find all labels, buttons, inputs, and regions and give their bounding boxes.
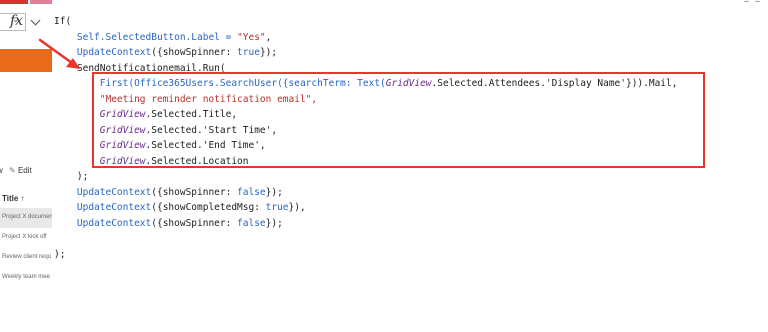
table-row[interactable]: Review client requ (0, 248, 52, 268)
code-boolean: false (237, 186, 266, 198)
code-line: ); (54, 247, 677, 263)
tab-indicator-pink (30, 0, 52, 4)
code-line: ); (54, 169, 677, 185)
column-header-title[interactable]: Title ↑ (2, 194, 25, 203)
code-token: ); (76, 171, 89, 182)
code-function: UpdateContext (76, 186, 152, 198)
grid-toolbar: w ✎ Edit (0, 166, 32, 175)
fx-icon[interactable]: fx (10, 13, 23, 29)
code-line: If( (54, 14, 677, 30)
code-token: Self.SelectedButton.Label = (76, 31, 238, 43)
formula-editor[interactable]: If( Self.SelectedButton.Label = "Yes", U… (52, 6, 768, 332)
code-boolean: true (265, 202, 289, 213)
code-function: UpdateContext (76, 202, 152, 213)
tab-indicator-red (0, 0, 28, 4)
edit-button-label[interactable]: Edit (18, 166, 32, 175)
code-line: UpdateContext({showSpinner: false}); (54, 216, 677, 232)
code-line: UpdateContext({showSpinner: true}); (54, 45, 677, 61)
code-token: }); (265, 186, 283, 198)
code-string: "Yes" (237, 31, 266, 43)
fx-chevron-icon[interactable] (30, 15, 41, 26)
code-token: ); (54, 248, 66, 260)
code-token: ({showSpinner: (151, 217, 238, 229)
code-token: If( (54, 16, 72, 27)
code-token: , (265, 31, 272, 43)
code-token: }); (259, 47, 278, 58)
code-boolean: true (237, 47, 260, 58)
table-row[interactable]: Project X kick off (0, 228, 52, 248)
code-boolean: false (237, 217, 266, 229)
code-function: UpdateContext (76, 217, 152, 229)
code-token: }); (265, 217, 283, 229)
code-line: Self.SelectedButton.Label = "Yes", (54, 30, 677, 46)
highlight-box (92, 72, 705, 168)
code-line: UpdateContext({showCompletedMsg: true}), (54, 200, 677, 216)
view-button-label[interactable]: w (0, 166, 3, 175)
table-row[interactable]: Weekly team mee (0, 268, 52, 288)
table-row[interactable]: Project X documen (0, 208, 52, 228)
code-token: ({showCompletedMsg: (151, 202, 266, 213)
code-token: ({showSpinner: (151, 47, 238, 58)
code-token: ({showSpinner: (151, 186, 238, 198)
code-line: UpdateContext({showSpinner: false}); (54, 185, 677, 201)
pencil-icon[interactable]: ✎ (9, 166, 16, 175)
code-token: }), (288, 202, 306, 213)
annotation-arrow-icon (38, 38, 80, 69)
